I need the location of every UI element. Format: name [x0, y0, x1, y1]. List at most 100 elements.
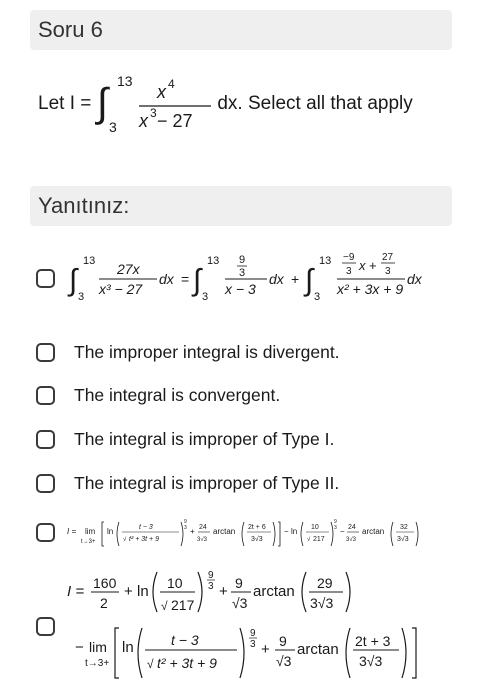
svg-text:3: 3	[78, 291, 84, 303]
svg-text:9: 9	[239, 254, 245, 266]
svg-text:−: −	[340, 527, 345, 536]
svg-text:10: 10	[311, 524, 319, 531]
option-f-math: I = lim t→3+ ln t − 3 √ t² + 3t + 9 9 3 …	[67, 512, 467, 552]
svg-text:+: +	[124, 583, 133, 600]
svg-text:2t + 6: 2t + 6	[248, 524, 266, 531]
svg-text:+: +	[219, 583, 228, 600]
option-b-label: The improper integral is divergent.	[74, 341, 340, 362]
svg-text:3: 3	[346, 266, 352, 277]
svg-text:27x: 27x	[116, 261, 141, 277]
question-header: Soru 6	[30, 10, 452, 50]
svg-text:13: 13	[207, 255, 219, 267]
svg-text:+: +	[369, 258, 377, 273]
svg-text:arctan: arctan	[362, 527, 384, 536]
answer-option-a[interactable]: ∫ 13 3 27x x³ − 27 dx = ∫ 13 3 9 3 x − 3…	[36, 250, 466, 306]
svg-text:√: √	[123, 536, 127, 543]
option-c-label: The integral is convergent.	[74, 384, 281, 405]
svg-text:3√3: 3√3	[197, 536, 208, 543]
svg-text:I =: I =	[67, 527, 76, 536]
option-e-label: The integral is improper of Type II.	[74, 472, 340, 493]
option-d-checkbox[interactable]	[36, 429, 55, 449]
svg-text:−: −	[284, 527, 289, 536]
svg-text:+: +	[190, 527, 195, 536]
svg-text:3√3: 3√3	[310, 595, 333, 611]
answer-title: Yanıtınız:	[38, 193, 130, 218]
svg-text:−9: −9	[343, 252, 355, 263]
svg-text:2: 2	[100, 595, 108, 611]
svg-text:3: 3	[184, 525, 187, 531]
answer-header: Yanıtınız:	[30, 186, 452, 226]
option-a-math: ∫ 13 3 27x x³ − 27 dx = ∫ 13 3 9 3 x − 3…	[67, 250, 469, 306]
svg-text:arctan: arctan	[213, 527, 235, 536]
option-e-checkbox[interactable]	[36, 473, 55, 493]
numerator-exp: 4	[168, 77, 175, 91]
option-f-checkbox[interactable]	[36, 522, 55, 542]
answer-option-g[interactable]: I = 160 2 + ln 10 √ 217 9 3 + 9 √3 arcta…	[36, 566, 466, 686]
svg-text:dx: dx	[269, 271, 285, 287]
stem-suffix: dx. Select all that apply	[217, 93, 413, 114]
option-g-checkbox[interactable]	[36, 616, 55, 636]
svg-text:lim: lim	[85, 527, 96, 536]
svg-text:−: −	[75, 639, 84, 656]
svg-text:10: 10	[167, 575, 183, 591]
svg-text:arctan: arctan	[297, 641, 339, 658]
stem-integral: ∫ 13 3 x 4 x 3 − 27	[95, 70, 215, 138]
svg-text:24: 24	[199, 524, 207, 531]
svg-text:2t + 3: 2t + 3	[355, 633, 391, 649]
svg-text:√: √	[147, 657, 154, 671]
svg-text:dx: dx	[159, 271, 175, 287]
svg-text:3: 3	[239, 267, 245, 279]
answer-option-b[interactable]: The improper integral is divergent.	[36, 340, 466, 364]
svg-text:9: 9	[208, 570, 214, 581]
svg-text:√3: √3	[232, 595, 248, 611]
svg-text:dx: dx	[407, 271, 423, 287]
svg-text:3: 3	[250, 639, 256, 650]
svg-text:arctan: arctan	[253, 583, 295, 600]
svg-text:217: 217	[313, 536, 325, 543]
option-b-checkbox[interactable]	[36, 342, 55, 362]
svg-text:ln: ln	[137, 583, 149, 600]
svg-text:x³ − 27: x³ − 27	[98, 281, 143, 297]
svg-text:√: √	[161, 599, 168, 613]
svg-text:ln: ln	[291, 527, 297, 536]
answer-option-c[interactable]: The integral is convergent.	[36, 383, 466, 407]
svg-text:ln: ln	[107, 527, 113, 536]
option-c-checkbox[interactable]	[36, 385, 55, 405]
svg-text:3: 3	[334, 525, 337, 531]
svg-text:3: 3	[208, 581, 214, 592]
svg-text:I =: I =	[67, 583, 84, 600]
denominator: x	[138, 111, 149, 131]
svg-text:3: 3	[314, 291, 320, 303]
svg-text:3: 3	[202, 291, 208, 303]
svg-text:9: 9	[250, 628, 256, 639]
svg-text:t→3+: t→3+	[81, 539, 96, 545]
denominator-exp: 3	[150, 106, 157, 120]
option-g-math: I = 160 2 + ln 10 √ 217 9 3 + 9 √3 arcta…	[67, 566, 467, 686]
svg-text:24: 24	[348, 524, 356, 531]
stem-prefix: Let I =	[38, 93, 92, 114]
question-title: Soru 6	[38, 17, 103, 42]
answer-option-e[interactable]: The integral is improper of Type II.	[36, 471, 466, 495]
svg-text:t − 3: t − 3	[171, 632, 199, 648]
svg-text:t² + 3t + 9: t² + 3t + 9	[129, 536, 159, 543]
svg-text:t→3+: t→3+	[85, 658, 109, 669]
svg-text:13: 13	[83, 255, 95, 267]
option-d-label: The integral is improper of Type I.	[74, 428, 335, 449]
svg-text:27: 27	[382, 252, 394, 263]
svg-text:lim: lim	[89, 639, 107, 655]
lower-limit: 3	[109, 119, 117, 135]
svg-text:217: 217	[171, 597, 195, 613]
svg-text:9: 9	[235, 575, 243, 591]
svg-text:3√3: 3√3	[397, 535, 409, 543]
question-stem: Let I = ∫ 13 3 x 4 x 3 − 27 dx. Select a…	[38, 70, 458, 138]
svg-text:t − 3: t − 3	[139, 524, 153, 531]
svg-text:=: =	[181, 271, 189, 287]
svg-text:3: 3	[385, 266, 391, 277]
answer-option-d[interactable]: The integral is improper of Type I.	[36, 427, 466, 451]
svg-text:√3: √3	[276, 653, 292, 669]
answer-option-f[interactable]: I = lim t→3+ ln t − 3 √ t² + 3t + 9 9 3 …	[36, 512, 466, 552]
numerator: x	[156, 82, 167, 102]
svg-text:160: 160	[93, 575, 117, 591]
svg-text:ln: ln	[122, 639, 134, 656]
option-a-checkbox[interactable]	[36, 268, 55, 288]
